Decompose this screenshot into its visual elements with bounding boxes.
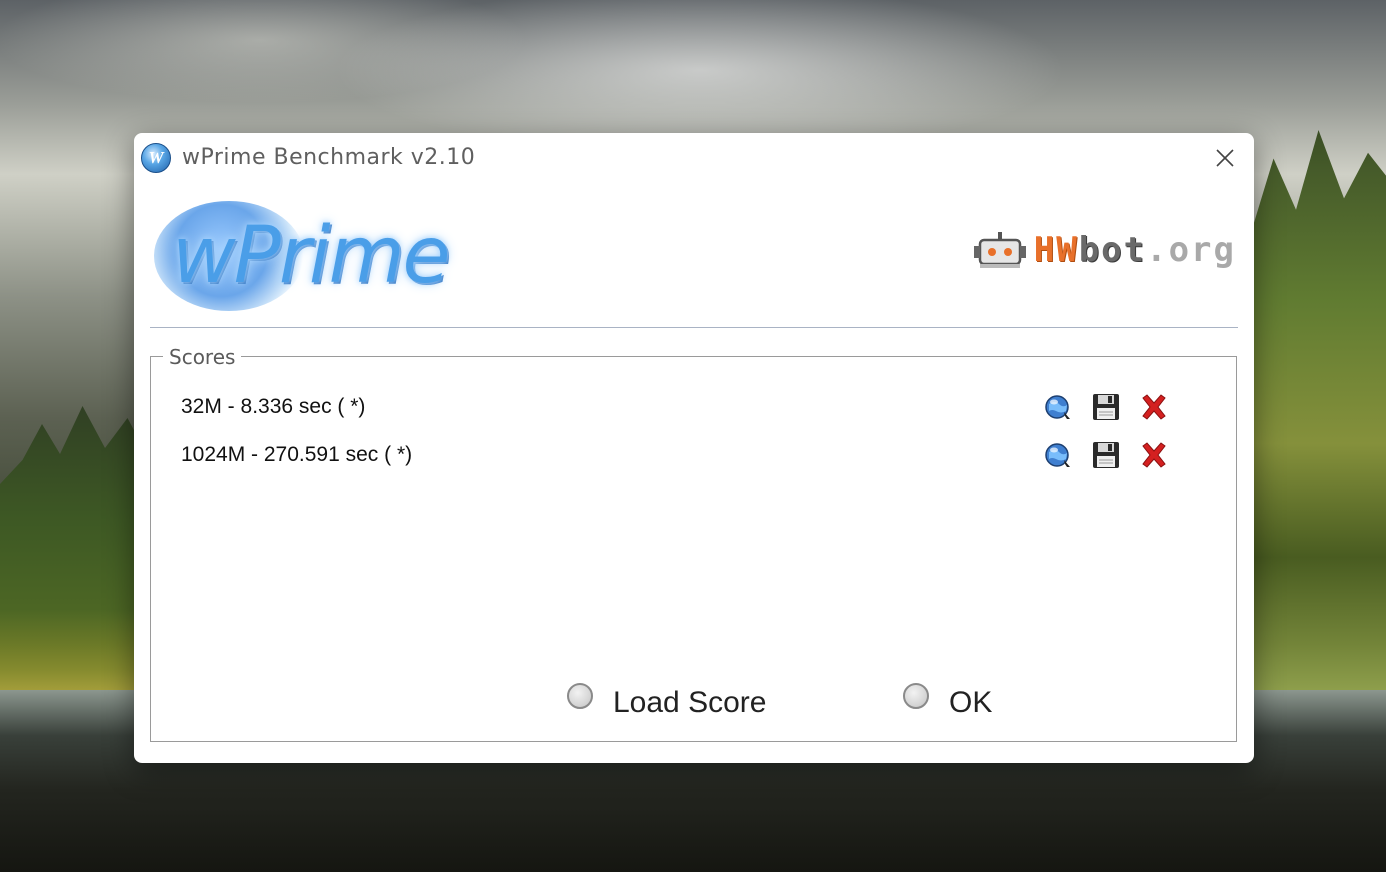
hwbot-bot: bot (1078, 230, 1147, 270)
hwbot-wordmark: HWbot.org (1034, 230, 1236, 270)
submit-online-button[interactable] (1043, 440, 1073, 470)
score-row: 32M - 8.336 sec ( *) (151, 389, 1236, 425)
score-text: 1024M - 270.591 sec ( *) (181, 443, 413, 466)
wprime-window: W wPrime Benchmark v2.10 wPrime HWbot.or… (134, 133, 1254, 763)
submit-online-button[interactable] (1043, 392, 1073, 422)
wprime-logo-text: wPrime (172, 211, 451, 301)
close-button[interactable] (1210, 143, 1240, 173)
ok-label: OK (949, 686, 993, 719)
save-score-button[interactable] (1091, 440, 1121, 470)
wallpaper-trees-right (1236, 130, 1386, 700)
wallpaper-trees-left (0, 406, 150, 700)
wprime-app-icon: W (141, 143, 171, 173)
load-score-radio[interactable] (567, 683, 593, 709)
score-row: 1024M - 270.591 sec ( *) (151, 437, 1236, 473)
load-score-option[interactable]: Load Score (567, 679, 766, 719)
hwbot-org: .org (1146, 230, 1236, 270)
close-icon (1216, 149, 1234, 167)
globe-icon (1045, 443, 1070, 467)
floppy-disk-icon (1093, 394, 1119, 420)
scores-legend: Scores (163, 345, 242, 369)
ok-option[interactable]: OK (903, 679, 992, 719)
load-score-label: Load Score (613, 686, 767, 719)
globe-icon (1045, 395, 1070, 419)
title-bar[interactable]: W wPrime Benchmark v2.10 (134, 133, 1254, 181)
score-text: 32M - 8.336 sec ( *) (181, 395, 366, 418)
wprime-logo: wPrime (154, 201, 474, 311)
red-x-delete-icon (1142, 442, 1166, 468)
hwbot-hw: HW (1033, 230, 1079, 270)
hwbot-logo: HWbot.org (972, 228, 1236, 272)
ok-radio[interactable] (903, 683, 929, 709)
header-separator (150, 327, 1238, 329)
save-score-button[interactable] (1091, 392, 1121, 422)
delete-score-button[interactable] (1139, 392, 1169, 422)
delete-score-button[interactable] (1139, 440, 1169, 470)
red-x-delete-icon (1142, 394, 1166, 420)
hwbot-robot-icon (973, 232, 1026, 268)
floppy-disk-icon (1093, 442, 1119, 468)
window-title: wPrime Benchmark v2.10 (182, 145, 476, 170)
scores-groupbox: Scores 32M - 8.336 sec ( *) 1024M - 270.… (150, 345, 1237, 742)
